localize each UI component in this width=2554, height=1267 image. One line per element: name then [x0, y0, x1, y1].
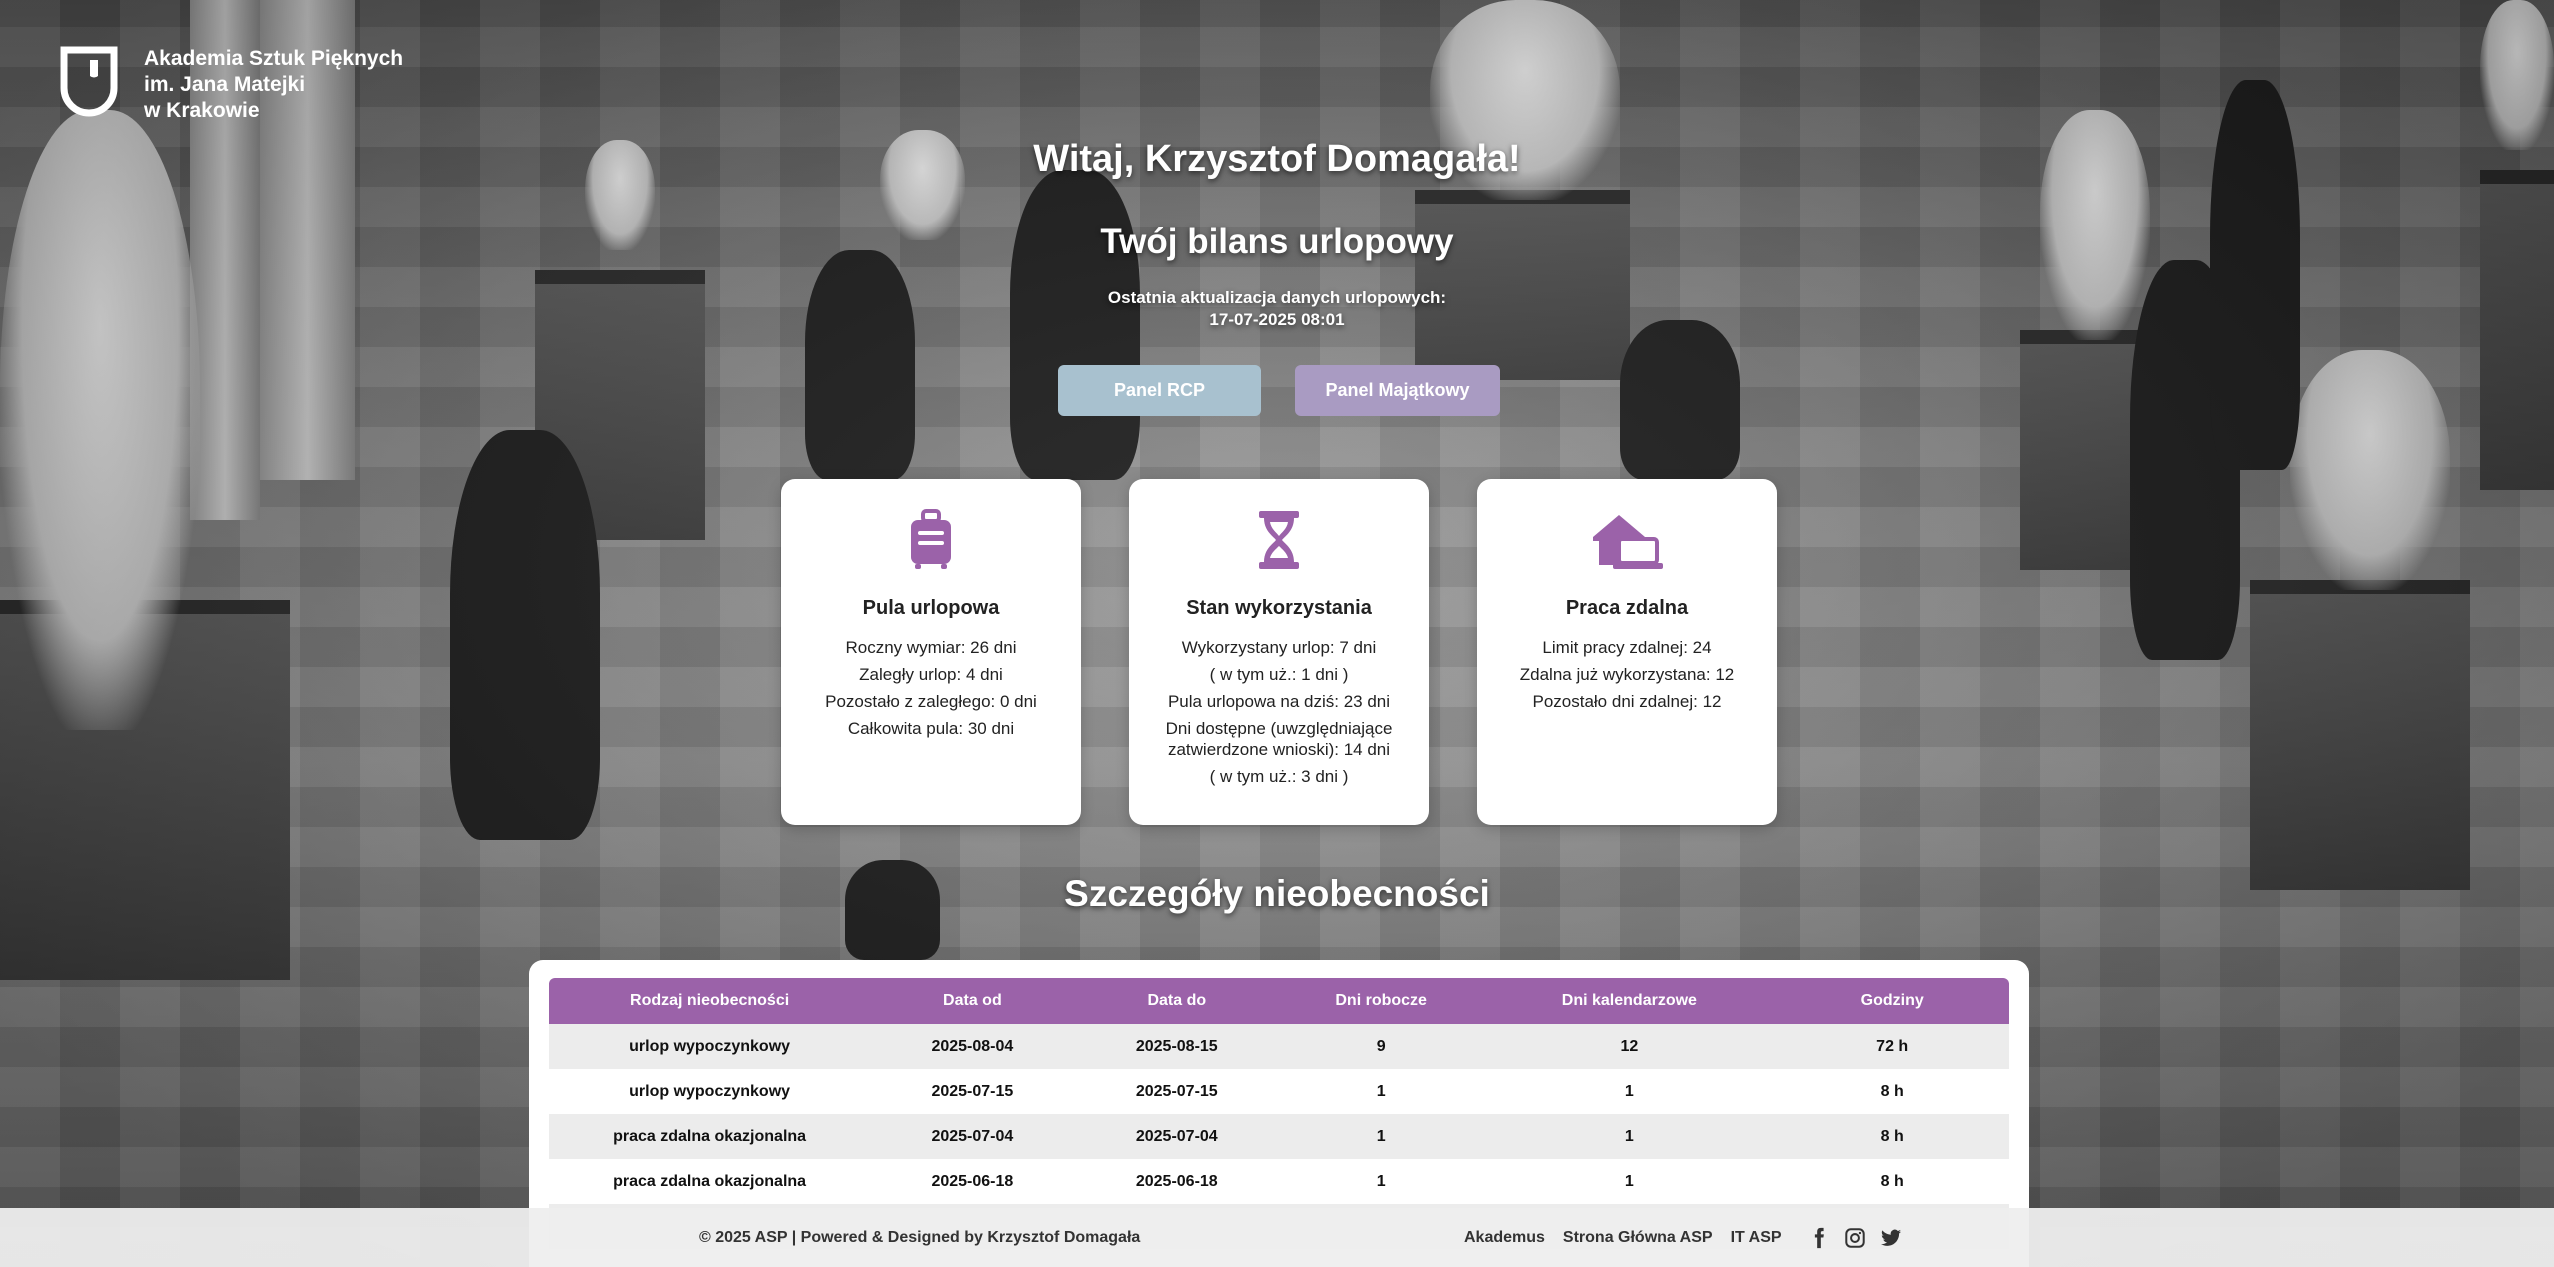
table-row: praca zdalna okazjonalna 2025-06-18 2025…	[549, 1159, 2009, 1204]
balance-title: Twój bilans urlopowy	[1100, 222, 1454, 261]
panel-rcp-button[interactable]: Panel RCP	[1058, 365, 1261, 416]
cell-date-to: 2025-06-18	[1074, 1159, 1279, 1204]
column-header[interactable]: Dni robocze	[1278, 978, 1484, 1024]
last-update: Ostatnia aktualizacja danych urlopowych:…	[0, 287, 2554, 331]
panel-majatkowy-button[interactable]: Panel Majątkowy	[1295, 365, 1500, 416]
card-line: Pozostało z zaległego: 0 dni	[825, 692, 1037, 711]
card-line: Roczny wymiar: 26 dni	[845, 638, 1017, 657]
card-line: Pozostało dni zdalnej: 12	[1532, 692, 1722, 711]
asp-logo[interactable]: Akademia Sztuk Pięknych im. Jana Matejki…	[60, 46, 403, 124]
cell-date-from: 2025-06-18	[870, 1159, 1075, 1204]
cell-hours: 8 h	[1775, 1114, 2009, 1159]
card-stan-wykorzystania: Stan wykorzystania Wykorzystany urlop: 7…	[1129, 479, 1429, 825]
column-header[interactable]: Dni kalendarzowe	[1483, 978, 1776, 1024]
logo-line-3: w Krakowie	[144, 99, 260, 122]
twitter-icon[interactable]	[1880, 1227, 1902, 1249]
column-header[interactable]: Data od	[870, 978, 1075, 1024]
footer-copyright: © 2025 ASP | Powered & Designed by Krzys…	[699, 1228, 1141, 1246]
facebook-icon[interactable]	[1808, 1227, 1830, 1249]
footer-links: Akademus Strona Główna ASP IT ASP	[1464, 1227, 1902, 1249]
card-line: Zdalna już wykorzystana: 12	[1519, 665, 1735, 684]
card-title: Pula urlopowa	[862, 597, 1000, 619]
asp-logo-text: Akademia Sztuk Pięknych im. Jana Matejki…	[144, 46, 403, 124]
cell-calendar-days: 1	[1483, 1159, 1776, 1204]
card-praca-zdalna: Praca zdalna Limit pracy zdalnej: 24 Zda…	[1477, 479, 1777, 825]
table-row: urlop wypoczynkowy 2025-08-04 2025-08-15…	[549, 1024, 2009, 1069]
card-pula-urlopowa: Pula urlopowa Roczny wymiar: 26 dni Zale…	[781, 479, 1081, 825]
card-line: Limit pracy zdalnej: 24	[1542, 638, 1712, 657]
table-row: praca zdalna okazjonalna 2025-07-04 2025…	[549, 1114, 2009, 1159]
cell-work-days: 9	[1278, 1024, 1484, 1069]
cell-work-days: 1	[1278, 1114, 1484, 1159]
cell-calendar-days: 1	[1483, 1114, 1776, 1159]
welcome-title: Witaj, Krzysztof Domagała!	[1033, 138, 1521, 180]
column-header[interactable]: Data do	[1074, 978, 1279, 1024]
card-line: Wykorzystany urlop: 7 dni	[1181, 638, 1377, 657]
home-laptop-icon	[1593, 515, 1663, 569]
instagram-icon[interactable]	[1844, 1227, 1866, 1249]
card-lines: Limit pracy zdalnej: 24 Zdalna już wykor…	[1477, 634, 1777, 715]
card-line: Dni dostępne (uwzględniające zatwierdzon…	[1165, 719, 1393, 759]
card-line: Pula urlopowa na dziś: 23 dni	[1167, 692, 1391, 711]
card-line: Zaległy urlop: 4 dni	[859, 665, 1003, 684]
card-lines: Roczny wymiar: 26 dni Zaległy urlop: 4 d…	[781, 634, 1081, 742]
cell-type: urlop wypoczynkowy	[549, 1024, 871, 1069]
cell-date-from: 2025-07-15	[870, 1069, 1075, 1114]
footer-link-it-asp[interactable]: IT ASP	[1731, 1229, 1782, 1247]
cell-date-from: 2025-08-04	[870, 1024, 1075, 1069]
cell-calendar-days: 1	[1483, 1069, 1776, 1114]
cell-calendar-days: 12	[1483, 1024, 1776, 1069]
footer-social	[1808, 1227, 1902, 1249]
last-update-value: 17-07-2025 08:01	[1209, 310, 1345, 329]
logo-line-1: Akademia Sztuk Pięknych	[144, 47, 404, 70]
footer: © 2025 ASP | Powered & Designed by Krzys…	[0, 1208, 2554, 1267]
cell-hours: 8 h	[1775, 1159, 2009, 1204]
footer-link-akademus[interactable]: Akademus	[1464, 1229, 1545, 1247]
card-line: ( w tym uż.: 3 dni )	[1209, 767, 1349, 786]
cell-date-to: 2025-07-15	[1074, 1069, 1279, 1114]
table-header-row: Rodzaj nieobecności Data od Data do Dni …	[549, 978, 2009, 1024]
asp-shield-icon	[60, 46, 118, 117]
table-row: urlop wypoczynkowy 2025-07-15 2025-07-15…	[549, 1069, 2009, 1114]
details-title: Szczegóły nieobecności	[1064, 873, 1490, 914]
card-line: Całkowita pula: 30 dni	[847, 719, 1015, 738]
card-title: Stan wykorzystania	[1186, 597, 1372, 619]
column-header[interactable]: Rodzaj nieobecności	[549, 978, 871, 1024]
cell-type: urlop wypoczynkowy	[549, 1069, 871, 1114]
suitcase-icon	[911, 509, 951, 569]
logo-line-2: im. Jana Matejki	[144, 73, 306, 96]
hourglass-icon	[1259, 511, 1299, 569]
cell-work-days: 1	[1278, 1069, 1484, 1114]
card-lines: Wykorzystany urlop: 7 dni ( w tym uż.: 1…	[1129, 634, 1429, 790]
last-update-label: Ostatnia aktualizacja danych urlopowych:	[1107, 288, 1447, 307]
cell-hours: 8 h	[1775, 1069, 2009, 1114]
card-line: ( w tym uż.: 1 dni )	[1209, 665, 1349, 684]
cell-type: praca zdalna okazjonalna	[549, 1159, 871, 1204]
cell-date-to: 2025-08-15	[1074, 1024, 1279, 1069]
column-header[interactable]: Godziny	[1775, 978, 2009, 1024]
cell-work-days: 1	[1278, 1159, 1484, 1204]
card-title: Praca zdalna	[1565, 597, 1689, 619]
footer-link-strona-glowna[interactable]: Strona Główna ASP	[1563, 1229, 1713, 1247]
cell-date-to: 2025-07-04	[1074, 1114, 1279, 1159]
cell-type: praca zdalna okazjonalna	[549, 1114, 871, 1159]
cell-date-from: 2025-07-04	[870, 1114, 1075, 1159]
cell-hours: 72 h	[1775, 1024, 2009, 1069]
